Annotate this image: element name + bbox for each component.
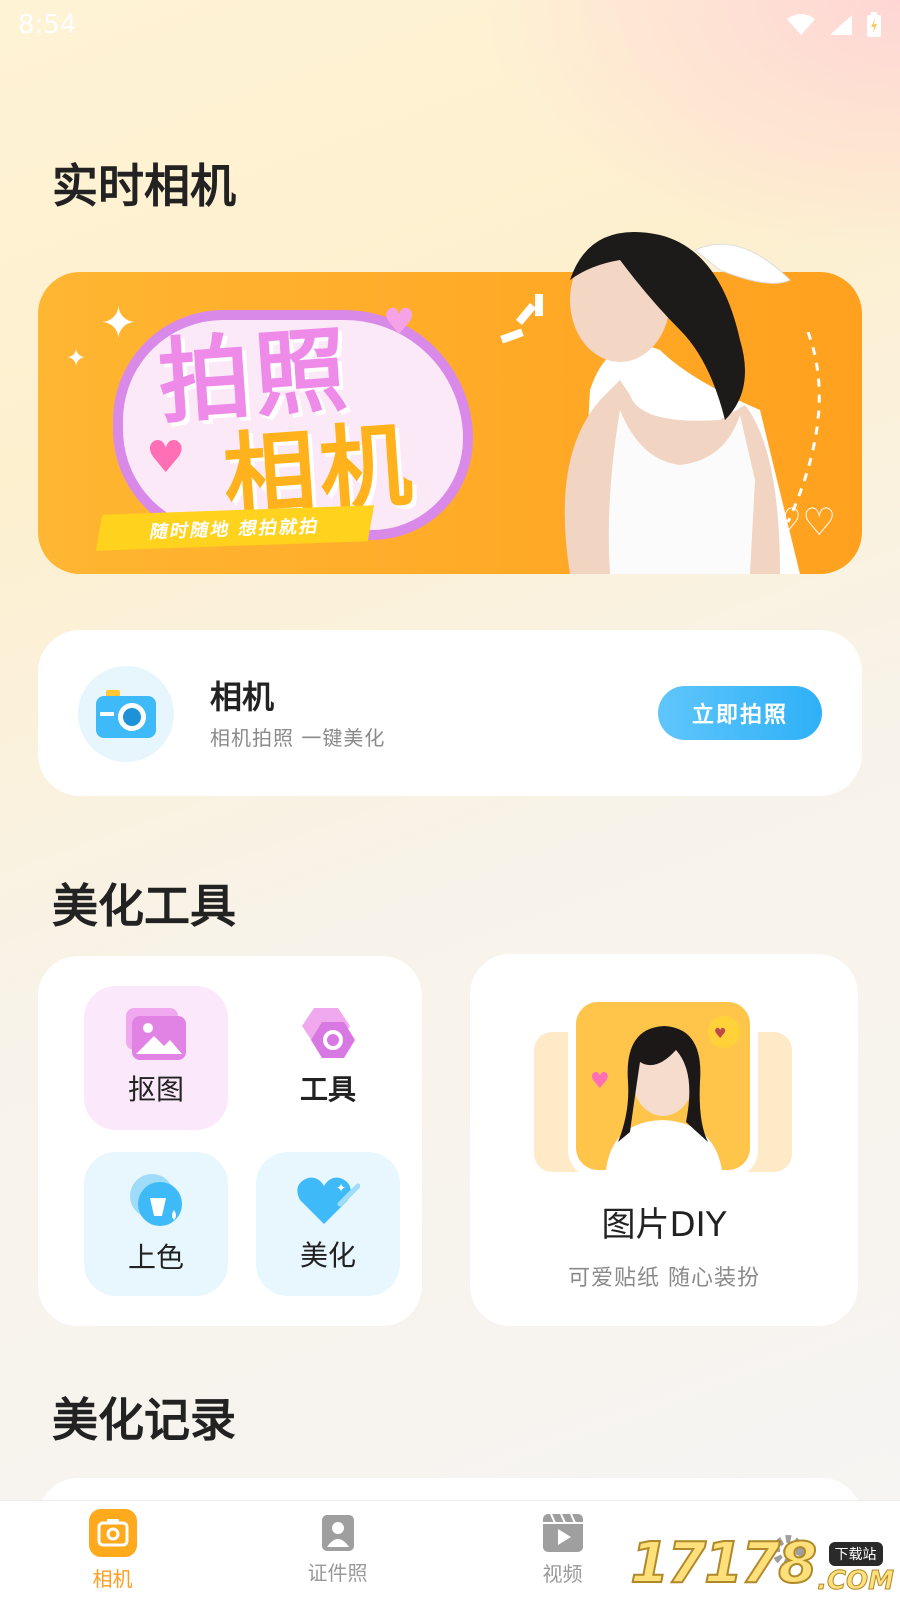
diy-photo-frame: ♥ ♥ xyxy=(568,994,758,1178)
take-photo-button[interactable]: 立即拍照 xyxy=(658,686,822,740)
svg-text:♥: ♥ xyxy=(590,1069,610,1094)
nav-item-camera[interactable]: 相机 xyxy=(0,1501,225,1600)
model-photo xyxy=(564,232,800,574)
camera-icon xyxy=(78,666,174,762)
nav-label: 视频 xyxy=(542,1562,583,1586)
tool-label: 美化 xyxy=(299,1239,356,1272)
id-photo-icon xyxy=(321,1515,354,1551)
beauty-tools-card: 抠图 工具 上色 ✦ 美化 xyxy=(38,956,422,1326)
tool-colorize[interactable]: 上色 xyxy=(84,1152,228,1296)
section-title-realtime-camera: 实时相机 xyxy=(52,159,236,213)
wifi-icon xyxy=(787,14,815,35)
camera-icon xyxy=(88,1509,137,1557)
section-title-beauty-tools: 美化工具 xyxy=(52,879,236,933)
banner-slogan: 随时随地 想拍就拍 xyxy=(95,505,375,551)
watermark-side: 下载站 .COM xyxy=(817,1542,895,1597)
video-icon xyxy=(542,1514,583,1552)
signal-icon xyxy=(830,15,852,35)
tool-beautify[interactable]: ✦ 美化 xyxy=(256,1152,400,1296)
paint-bucket-icon xyxy=(130,1174,182,1226)
watermark-number: 17178 xyxy=(629,1530,818,1597)
image-diy-card[interactable]: ♥ ♥ 图片DIY 可爱贴纸 随心装扮 xyxy=(470,954,858,1326)
tool-label: 上色 xyxy=(127,1241,184,1274)
heart-icon: ♥ xyxy=(146,432,186,483)
sparkle-icon: ✦ xyxy=(100,298,137,349)
diy-subtitle: 可爱贴纸 随心装扮 xyxy=(568,1266,760,1291)
battery-icon xyxy=(867,12,881,37)
tool-cutout[interactable]: 抠图 xyxy=(84,986,228,1130)
camera-card[interactable]: 相机 相机拍照 一键美化 立即拍照 xyxy=(38,630,862,796)
image-icon xyxy=(126,1008,186,1060)
tool-label: 抠图 xyxy=(127,1073,184,1106)
site-watermark: 17178 下载站 .COM xyxy=(629,1530,895,1597)
status-time: 8:54 xyxy=(18,10,77,40)
section-title-beauty-records: 美化记录 xyxy=(52,1393,236,1447)
status-bar: 8:54 xyxy=(0,0,900,50)
sparkle-icon: ✦ xyxy=(66,344,87,372)
heart-icon: ♥ xyxy=(383,302,416,343)
diy-title: 图片DIY xyxy=(601,1205,727,1245)
heart-wand-icon: ✦ xyxy=(297,1177,360,1224)
status-icons xyxy=(786,12,882,38)
camera-card-subtitle: 相机拍照 一键美化 xyxy=(210,726,386,750)
watermark-tag: 下载站 xyxy=(828,1542,883,1566)
diy-photo: ♥ ♥ xyxy=(576,1002,750,1170)
watermark-suffix: .COM xyxy=(817,1566,895,1597)
tool-tools[interactable]: 工具 xyxy=(256,986,400,1130)
nav-item-id-photo[interactable]: 证件照 xyxy=(225,1501,450,1600)
hexagon-gear-icon xyxy=(302,1008,355,1058)
tool-label: 工具 xyxy=(299,1073,356,1106)
camera-card-title: 相机 xyxy=(210,678,275,716)
nav-label: 证件照 xyxy=(307,1561,368,1585)
nav-label: 相机 xyxy=(92,1567,133,1591)
svg-text:♥: ♥ xyxy=(714,1026,727,1042)
svg-text:✦: ✦ xyxy=(336,1181,346,1195)
